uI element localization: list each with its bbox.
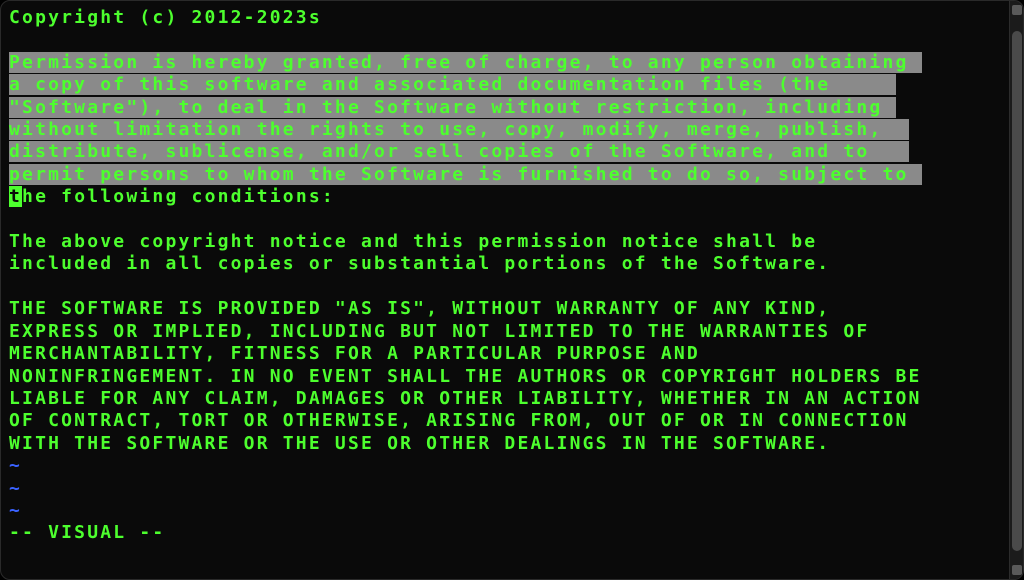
empty-line-tilde: ~ <box>9 478 22 499</box>
scroll-up-icon[interactable] <box>1012 5 1022 15</box>
text-after-selection: The above copyright notice and this perm… <box>9 231 922 454</box>
cursor: t <box>9 186 22 207</box>
empty-line-tilde: ~ <box>9 455 22 476</box>
scroll-down-icon[interactable] <box>1012 565 1022 575</box>
visual-selection: Permission is hereby granted, free of ch… <box>9 52 922 185</box>
terminal-window: Copyright (c) 2012-2023s Permission is h… <box>0 0 1024 580</box>
scrollbar-thumb[interactable] <box>1012 31 1022 551</box>
empty-line-tilde: ~ <box>9 500 22 521</box>
text-after-cursor-line: he following conditions: <box>22 186 335 207</box>
editor-viewport[interactable]: Copyright (c) 2012-2023s Permission is h… <box>1 1 1009 579</box>
text-before-selection: Copyright (c) 2012-2023s <box>9 7 322 28</box>
scrollbar-vertical[interactable] <box>1009 1 1023 579</box>
mode-indicator: -- VISUAL -- <box>9 522 165 543</box>
